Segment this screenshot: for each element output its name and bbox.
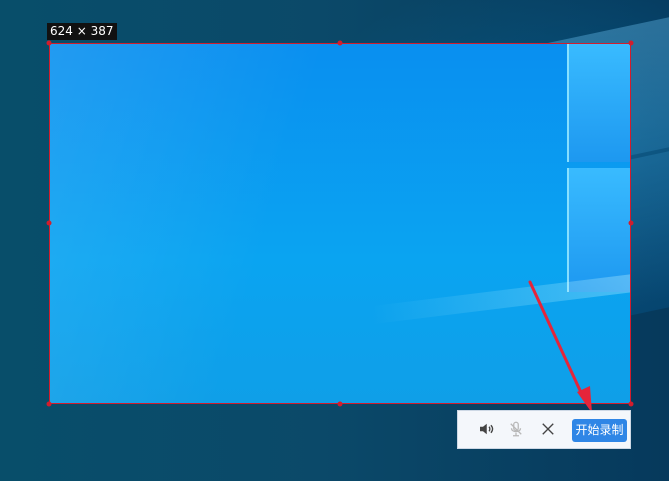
selection-dimensions-label: 624 × 387 [47, 23, 117, 40]
resize-handle-bottom-left[interactable] [46, 401, 52, 407]
resize-handle-left[interactable] [46, 220, 52, 226]
capture-selection[interactable] [49, 43, 631, 404]
recording-toolbar: 开始录制 [457, 410, 631, 449]
microphone-button[interactable] [506, 420, 526, 440]
speaker-button[interactable] [476, 420, 496, 440]
capture-background-window-top [567, 44, 630, 162]
start-recording-button[interactable]: 开始录制 [572, 419, 627, 442]
desktop-screen: 624 × 387 开始录制 [0, 0, 669, 481]
close-icon [539, 420, 557, 441]
resize-handle-right[interactable] [628, 220, 634, 226]
resize-handle-bottom[interactable] [337, 401, 343, 407]
resize-handle-top[interactable] [337, 40, 343, 46]
resize-handle-top-right[interactable] [628, 40, 634, 46]
capture-background-window-bottom [567, 168, 630, 292]
speaker-icon [477, 420, 495, 441]
resize-handle-top-left[interactable] [46, 40, 52, 46]
resize-handle-bottom-right[interactable] [628, 401, 634, 407]
close-button[interactable] [538, 420, 558, 440]
microphone-muted-icon [507, 420, 525, 441]
